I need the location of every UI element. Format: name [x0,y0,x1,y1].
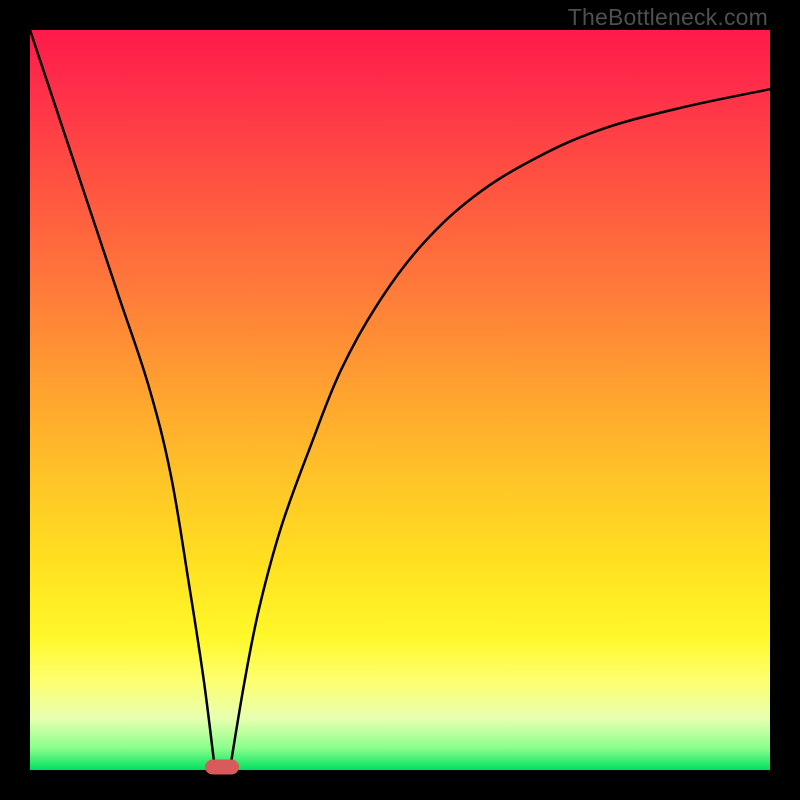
curve-svg [30,30,770,770]
chart-frame: TheBottleneck.com [0,0,800,800]
bottleneck-curve-left [30,30,215,770]
watermark-text: TheBottleneck.com [568,4,768,31]
plot-area [30,30,770,770]
bottleneck-curve-right [230,89,770,770]
optimal-marker [205,760,239,775]
